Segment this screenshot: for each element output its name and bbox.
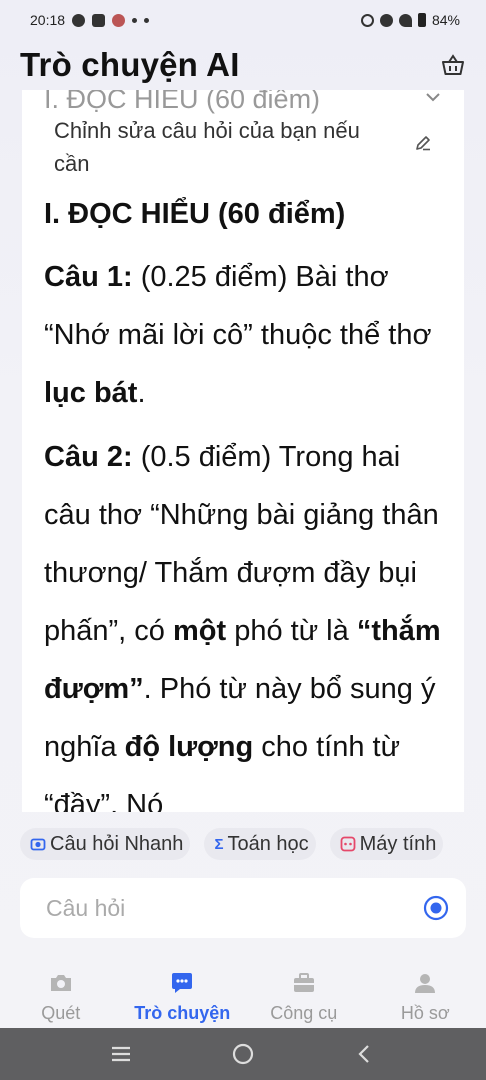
zalo-icon	[92, 13, 106, 27]
chip-math-label: Toán học	[227, 832, 309, 855]
mute-icon	[360, 13, 374, 27]
camera-icon	[50, 975, 71, 991]
pencil-icon[interactable]	[414, 134, 432, 152]
camera-icon	[30, 838, 46, 851]
chip-calculator-label: Máy tính	[359, 832, 437, 855]
battery-icon	[417, 13, 426, 27]
nav-tools[interactable]: Công cụ	[243, 960, 364, 1024]
edit-question-text[interactable]: Chỉnh sửa câu hỏi của bạn nếu cần	[54, 114, 394, 180]
nav-scan-label: Quét	[41, 1003, 81, 1023]
chip-quick-question[interactable]: Câu hỏi Nhanh	[20, 828, 191, 860]
nav-tools-label: Công cụ	[270, 1003, 338, 1023]
chat-icon	[172, 973, 193, 993]
ai-answer: I. ĐỌC HIỂU (60 điểm) Câu 1: (0.25 điểm)…	[44, 194, 454, 812]
sigma-icon: Σ	[214, 835, 224, 853]
answer-heading: I. ĐỌC HIỂU (60 điểm)	[44, 198, 346, 230]
page-title: Trò chuyện AI	[20, 46, 240, 83]
home-icon[interactable]	[230, 1041, 256, 1067]
messenger-icon	[72, 13, 86, 27]
basket-icon[interactable]	[440, 52, 466, 78]
question-1-end: .	[137, 377, 146, 409]
record-icon[interactable]	[422, 894, 450, 922]
status-time: 20:18	[30, 12, 66, 28]
nav-scan[interactable]: Quét	[0, 960, 121, 1024]
conversation-card: I. ĐỌC HIỂU (60 điểm) Chỉnh sửa câu hỏi …	[22, 90, 464, 812]
answer-question-2: Câu 2: (0.5 điểm) Trong hai câu thơ “Nhữ…	[44, 428, 454, 812]
recent-apps-icon[interactable]	[108, 1041, 134, 1067]
chevron-down-icon[interactable]	[424, 90, 442, 104]
nav-chat[interactable]: Trò chuyện	[122, 960, 243, 1024]
user-icon	[415, 974, 436, 993]
nav-profile-label: Hồ sơ	[400, 1003, 450, 1023]
chip-calculator[interactable]: Máy tính	[329, 828, 444, 860]
question-1-label: Câu 1:	[44, 261, 133, 293]
app-header: Trò chuyện AI	[0, 40, 486, 90]
system-navigation-bar	[0, 1028, 486, 1080]
bottom-nav: Quét Trò chuyện Công cụ Hồ sơ	[0, 960, 486, 1028]
back-icon[interactable]	[352, 1041, 378, 1067]
nav-chat-label: Trò chuyện	[134, 1003, 231, 1023]
question-input[interactable]	[46, 894, 406, 922]
answer-question-1: Câu 1: (0.25 điểm) Bài thơ “Nhớ mãi lời …	[44, 248, 454, 422]
question-2-label: Câu 2:	[44, 441, 133, 473]
quick-actions: Câu hỏi Nhanh Σ Toán học Máy tính	[20, 828, 444, 860]
nav-profile[interactable]: Hồ sơ	[365, 960, 486, 1024]
toolbox-icon	[293, 973, 314, 992]
question-1-bold: lục bát	[44, 377, 138, 409]
question-2-bold-1: một	[172, 615, 227, 647]
status-bar: 20:18 84%	[0, 0, 486, 40]
wifi-icon	[398, 13, 412, 27]
battery-percent: 84%	[431, 12, 460, 28]
chip-quick-question-label: Câu hỏi Nhanh	[50, 832, 184, 855]
question-2-bold-3: độ lượng	[124, 731, 254, 763]
calculator-icon	[340, 836, 356, 852]
question-2-text-2: phó từ là	[226, 615, 357, 647]
more-notifications-icon	[144, 17, 150, 23]
usb-icon	[132, 17, 138, 23]
app-notification-icon	[112, 13, 126, 27]
question-input-box	[20, 878, 466, 938]
dnd-icon	[379, 13, 393, 27]
chip-math[interactable]: Σ Toán học	[204, 828, 316, 860]
previous-question-title: I. ĐỌC HIỂU (60 điểm)	[44, 90, 321, 114]
